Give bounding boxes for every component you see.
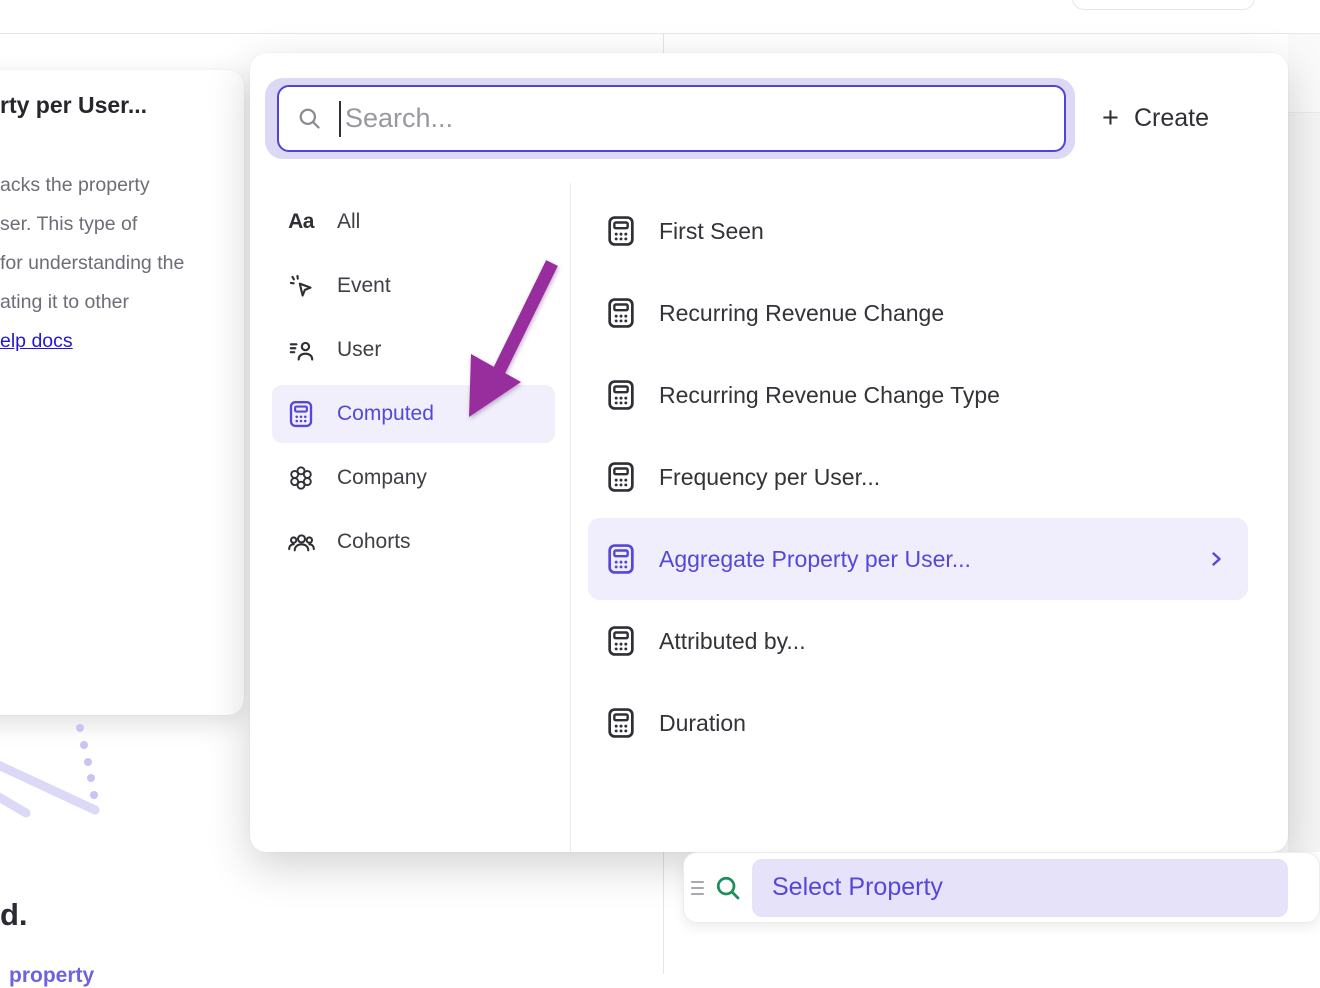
calculator-icon [286, 399, 316, 429]
calculator-icon [604, 378, 638, 412]
text-caret [339, 101, 341, 137]
user-icon [286, 335, 316, 365]
background-heading-fragment: d. [0, 897, 28, 933]
tooltip-body-line: ser. This type of [0, 205, 184, 244]
category-label: All [337, 210, 360, 234]
category-label: Event [337, 274, 391, 298]
top-divider-line [0, 33, 1320, 34]
calculator-icon [604, 214, 638, 248]
tooltip-body-line: for understanding the [0, 244, 184, 283]
create-button-label: Create [1134, 104, 1209, 133]
category-user[interactable]: User [272, 321, 555, 379]
property-item-first-seen[interactable]: First Seen [588, 190, 1248, 272]
property-item-aggregate-property-per-user[interactable]: Aggregate Property per User... [588, 518, 1248, 600]
company-icon [286, 463, 316, 493]
property-label: Aggregate Property per User... [659, 546, 971, 573]
text-style-icon: Aa [286, 207, 316, 237]
property-label: First Seen [659, 218, 764, 245]
property-label: Recurring Revenue Change [659, 300, 944, 327]
event-cursor-icon [286, 271, 316, 301]
category-company[interactable]: Company [272, 449, 555, 507]
property-item-frequency-per-user[interactable]: Frequency per User... [588, 436, 1248, 518]
search-icon [296, 105, 323, 132]
category-event[interactable]: Event [272, 257, 555, 315]
property-item-recurring-revenue-change[interactable]: Recurring Revenue Change [588, 272, 1248, 354]
category-computed[interactable]: Computed [272, 385, 555, 443]
modal-column-divider [570, 183, 571, 852]
select-property-label: Select Property [772, 873, 943, 902]
drag-handle-icon[interactable] [691, 876, 711, 900]
help-docs-link[interactable]: elp docs [0, 322, 73, 361]
tooltip-body-line: ating it to other [0, 283, 184, 322]
calculator-icon [604, 542, 638, 576]
category-all[interactable]: Aa All [272, 193, 555, 251]
background-link-fragment[interactable]: property [9, 964, 94, 988]
calculator-icon [604, 460, 638, 494]
page: { "tooltip": { "title_fragment": "rty pe… [0, 0, 1320, 974]
category-label: User [337, 338, 381, 362]
property-help-tooltip: rty per User... acks the property ser. T… [0, 70, 244, 715]
plus-icon: + [1102, 104, 1119, 133]
category-label: Computed [337, 402, 434, 426]
category-label: Company [337, 466, 427, 490]
property-item-recurring-revenue-change-type[interactable]: Recurring Revenue Change Type [588, 354, 1248, 436]
top-right-button-remnant [1072, 0, 1255, 10]
right-background-panel-top [1288, 34, 1320, 113]
right-background-panel [1288, 34, 1320, 852]
chevron-right-icon [1204, 547, 1228, 571]
search-input[interactable] [345, 87, 1064, 150]
tooltip-body: acks the property ser. This type of for … [0, 166, 184, 361]
calculator-icon [604, 296, 638, 330]
calculator-icon [604, 706, 638, 740]
property-label: Recurring Revenue Change Type [659, 382, 1000, 409]
chart-doodle-illustration [0, 715, 130, 825]
property-item-duration[interactable]: Duration [588, 682, 1248, 764]
property-picker-modal: + Create Aa All Event User [250, 53, 1288, 852]
category-cohorts[interactable]: Cohorts [272, 513, 555, 571]
property-label: Frequency per User... [659, 464, 880, 491]
category-label: Cohorts [337, 530, 411, 554]
property-item-attributed-by[interactable]: Attributed by... [588, 600, 1248, 682]
property-selector-card: Select Property [683, 852, 1320, 923]
search-field[interactable] [277, 85, 1066, 152]
cohorts-icon [286, 527, 316, 557]
tooltip-body-line: acks the property [0, 166, 184, 205]
property-label: Duration [659, 710, 746, 737]
calculator-icon [604, 624, 638, 658]
select-property-button[interactable]: Select Property [752, 859, 1288, 917]
create-button[interactable]: + Create [1102, 91, 1209, 145]
property-search-icon [713, 873, 743, 903]
property-label: Attributed by... [659, 628, 806, 655]
tooltip-title: rty per User... [0, 92, 147, 119]
